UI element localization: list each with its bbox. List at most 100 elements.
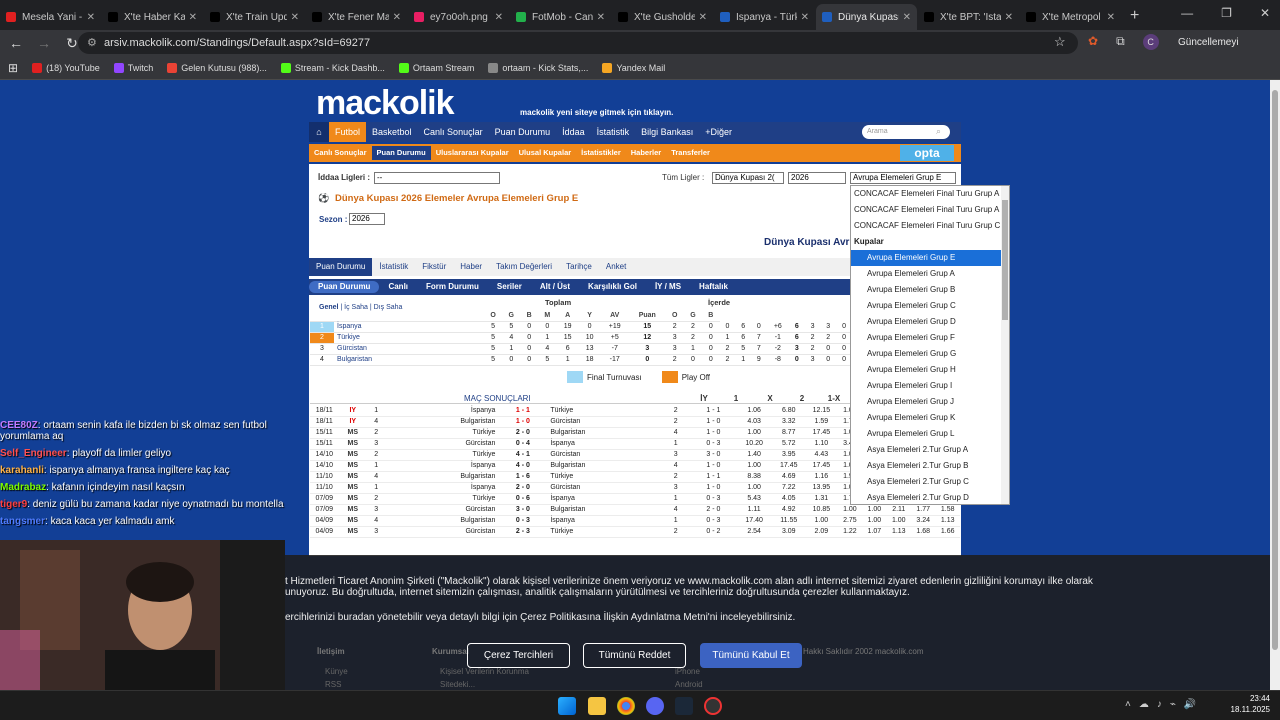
standings-row[interactable]: 1 İspanya 5 5 0 0 19 0 +19 15 2 2 0 0 6 0 +6 6 3 3 0 [310,321,852,333]
footer-iphone[interactable]: iPhone [675,667,700,676]
away-team[interactable]: İspanya [548,515,661,527]
dropdown-option[interactable]: Avrupa Elemeleri Grup I [851,378,1009,394]
away-team[interactable]: İspanya [548,438,661,450]
away-team[interactable]: Bulgaristan [548,460,661,472]
away-team[interactable]: Gürcistan [548,482,661,494]
bookmark-item[interactable]: Stream - Kick Dashb... [280,62,385,73]
home-team[interactable]: İspanya [385,460,498,472]
standings-subtab[interactable]: Canlı [379,281,417,293]
standings-row[interactable]: 4 Bulgaristan 5 0 0 5 1 18 -17 0 2 0 0 2 1 9 -8 0 3 0 0 [310,354,852,366]
browser-tab[interactable]: İspanya - Türki ✕ [714,4,815,30]
standings-subtab[interactable]: Alt / Üst [531,281,579,293]
year-select[interactable]: 2026 [788,172,846,184]
standings-subtab[interactable]: Form Durumu [417,281,488,293]
footer-rss[interactable]: RSS [325,680,341,689]
main-nav-item[interactable]: Futbol [329,122,367,142]
away-team[interactable]: Türkiye [548,526,661,538]
dropdown-option[interactable]: Asya Elemeleri 2.Tur Grup A [851,442,1009,458]
standings-subtab[interactable]: Seriler [488,281,531,293]
bookmark-item[interactable]: (18) YouTube [32,62,100,73]
main-nav-item[interactable]: İddaa [556,122,591,142]
dropdown-option[interactable]: Avrupa Elemeleri Grup H [851,362,1009,378]
cookie-preferences-button[interactable]: Çerez Tercihleri [467,643,570,668]
scrollbar-thumb[interactable] [1272,90,1278,650]
close-window-icon[interactable]: ✕ [1260,6,1270,20]
browser-tab[interactable]: X'te Haber Kar ✕ [102,4,203,30]
footer-contact[interactable]: İletişim [317,647,345,656]
back-icon[interactable]: ← [4,35,28,51]
dropdown-scroll-thumb[interactable] [1002,200,1008,320]
reject-all-button[interactable]: Tümünü Reddet [583,643,686,668]
main-nav-item[interactable]: Puan Durumu [489,122,557,142]
standings-subtab[interactable]: İY / MS [646,281,690,293]
main-nav-item[interactable]: İstatistik [591,122,636,142]
main-nav-item[interactable]: Bilgi Bankası [635,122,699,142]
footer-site[interactable]: Sitedeki... [440,680,475,689]
dropdown-option[interactable]: Asya Elemeleri 2.Tur Grup D [851,490,1009,504]
section-tab[interactable]: Haber [453,258,489,276]
tray-icons[interactable]: ˄☁♪⌁🔊 [1125,699,1204,710]
home-team[interactable]: Bulgaristan [385,416,498,428]
browser-tab[interactable]: X'te Metropol ✕ [1020,4,1121,30]
result-row[interactable]: 04/09 MS 3 Gürcistan 2 - 3 Türkiye 2 0 - 2 2.54 3… [310,526,960,538]
home-team[interactable]: Bulgaristan [385,471,498,483]
home-team[interactable]: Gürcistan [385,526,498,538]
home-team[interactable]: Bulgaristan [385,515,498,527]
group-select[interactable]: Avrupa Elemeleri Grup E [850,172,956,184]
site-logo[interactable]: mackolik [316,84,455,123]
bookmark-item[interactable]: Gelen Kutusu (988)... [167,62,267,73]
section-tab[interactable]: Puan Durumu [309,258,373,276]
home-team[interactable]: Türkiye [385,427,498,439]
section-tab[interactable]: Takım Değerleri [489,258,559,276]
dropdown-option[interactable]: Avrupa Elemeleri Grup E [851,250,1009,266]
iddaa-select[interactable]: -- [374,172,500,184]
tab-close-icon[interactable]: ✕ [597,12,605,23]
file-explorer-icon[interactable] [588,697,606,715]
browser-tab[interactable]: X'te Gusholder ✕ [612,4,713,30]
footer-kunye[interactable]: Künye [325,667,348,676]
new-tab-icon[interactable]: + [1130,4,1139,30]
dropdown-option[interactable]: Avrupa Elemeleri Grup C [851,298,1009,314]
result-row[interactable]: 07/09 MS 3 Gürcistan 3 - 0 Bulgaristan 4 2 - 01… [310,504,960,516]
browser-tab[interactable]: Mesela Yani - ✕ [0,4,101,30]
sub-nav-item[interactable]: Transferler [666,146,715,160]
browser-tab[interactable]: Dünya Kupası ✕ [816,4,917,30]
away-team[interactable]: Bulgaristan [548,427,661,439]
dropdown-option[interactable]: Avrupa Elemeleri Grup G [851,346,1009,362]
team-name[interactable]: Bulgaristan [334,354,484,366]
home-team[interactable]: İspanya [385,405,498,417]
home-team[interactable]: Gürcistan [385,504,498,516]
result-row[interactable]: 04/09 MS 4 Bulgaristan 0 - 3 İspanya 1 0 - 3 17.… [310,515,960,527]
sub-nav-item[interactable]: Haberler [626,146,666,160]
section-tab[interactable]: Anket [599,258,633,276]
apps-grid-icon[interactable]: ⊞ [8,61,18,75]
standings-row[interactable]: 2 Türkiye 5 4 0 1 15 10 +5 12 3 2 0 1 6 7 -1 6 2 2 0 [310,332,852,344]
tab-close-icon[interactable]: ✕ [903,12,911,23]
accept-all-button[interactable]: Tümünü Kabul Et [700,643,802,668]
team-name[interactable]: Türkiye [334,332,484,344]
home-team[interactable]: Türkiye [385,449,498,461]
tab-close-icon[interactable]: ✕ [189,12,197,23]
standings-subtab[interactable]: Haftalık [690,281,737,293]
tab-close-icon[interactable]: ✕ [291,12,299,23]
section-tab[interactable]: İstatistik [372,258,415,276]
team-name[interactable]: İspanya [334,321,484,333]
standings-subtab[interactable]: Karşılıklı Gol [579,281,646,293]
dropdown-option[interactable]: Avrupa Elemeleri Grup J [851,394,1009,410]
dropdown-option[interactable]: CONCACAF Elemeleri Final Turu Grup C [851,218,1009,234]
browser-tab[interactable]: X'te Train Upd ✕ [204,4,305,30]
away-team[interactable]: Türkiye [548,471,661,483]
main-nav-item[interactable]: Basketbol [366,122,418,142]
home-icon[interactable]: ⌂ [309,122,329,142]
team-name[interactable]: Gürcistan [334,343,484,355]
discord-icon[interactable] [646,697,664,715]
obs-icon[interactable] [704,697,722,715]
new-site-link[interactable]: mackolik yeni siteye gitmek için tıklayı… [520,108,673,117]
browser-tab[interactable]: ey7o0oh.png - ✕ [408,4,509,30]
tab-close-icon[interactable]: ✕ [495,12,503,23]
dropdown-option[interactable]: Avrupa Elemeleri Grup L [851,426,1009,442]
search-icon[interactable]: ⌕ [936,126,941,137]
away-team[interactable]: Türkiye [548,405,661,417]
system-clock[interactable]: 23:44 18.11.2025 [1231,693,1270,715]
dropdown-option[interactable]: CONCACAF Elemeleri Final Turu Grup A [851,186,1009,202]
